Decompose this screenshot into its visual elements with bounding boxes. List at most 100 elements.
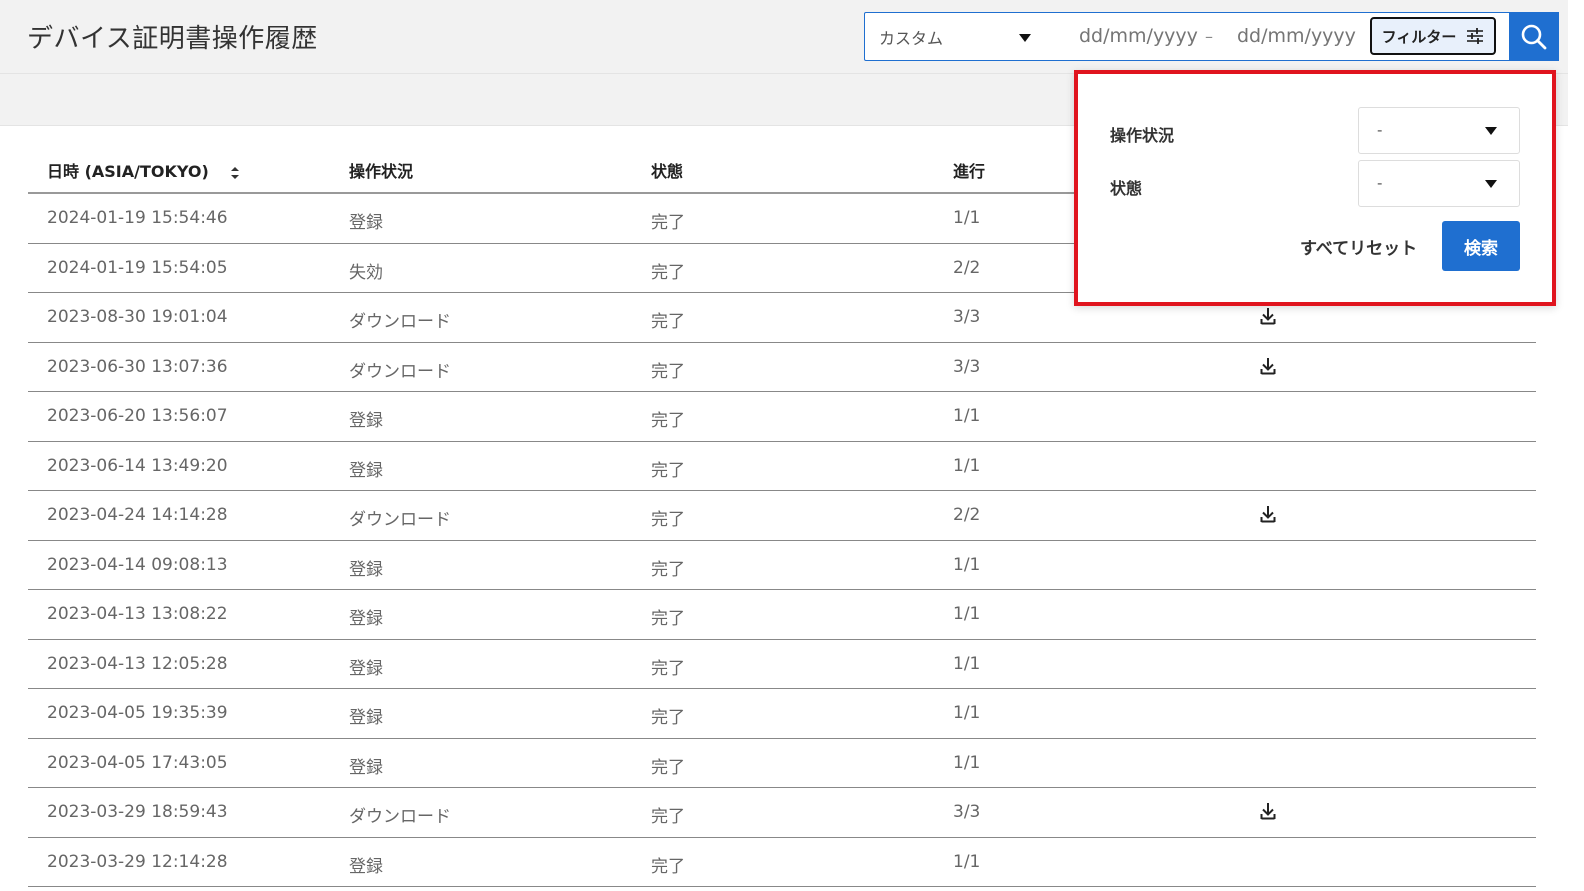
cell-datetime: 2023-08-30 19:01:04	[47, 307, 228, 327]
cell-progress: 1/1	[953, 604, 981, 624]
cell-datetime: 2023-06-20 13:56:07	[47, 406, 228, 426]
cell-status: 完了	[651, 213, 685, 233]
download-icon[interactable]	[1260, 802, 1276, 824]
cell-progress: 1/1	[953, 703, 981, 723]
reset-all-button[interactable]: すべてリセット	[1300, 234, 1417, 259]
cell-status: 完了	[651, 460, 685, 481]
cell-status: 完了	[651, 658, 685, 679]
download-icon[interactable]	[1260, 357, 1276, 379]
date-separator: –	[1205, 27, 1213, 46]
cell-progress: 2/2	[953, 257, 981, 278]
cell-datetime: 2023-04-13 12:05:28	[47, 653, 228, 674]
cell-operation: ダウンロード	[349, 510, 451, 530]
cell-operation: 登録	[349, 708, 383, 728]
column-header-operation: 操作状況	[349, 162, 414, 181]
cell-operation: 登録	[349, 856, 383, 877]
table-row[interactable]: 2023-06-30 13:07:36 ダウンロード 完了 3/3	[28, 343, 1536, 392]
search-button[interactable]	[1509, 12, 1559, 61]
search-bar: カスタム – フィルター	[864, 12, 1559, 61]
cell-operation: 失効	[349, 262, 383, 283]
table-row[interactable]: 2023-06-14 13:49:20 登録 完了 1/1	[28, 442, 1536, 491]
cell-status: 完了	[651, 757, 685, 778]
cell-progress: 3/3	[953, 356, 981, 377]
cell-status: 完了	[651, 262, 685, 283]
period-select-value: カスタム	[879, 28, 944, 48]
cell-operation: 登録	[349, 411, 383, 431]
chevron-down-icon	[1485, 127, 1497, 135]
cell-progress: 2/2	[953, 505, 981, 525]
cell-status: 完了	[651, 559, 685, 580]
table-row[interactable]: 2023-04-13 12:05:28 登録 完了 1/1	[28, 640, 1536, 689]
filter-button[interactable]: フィルター	[1370, 17, 1496, 55]
table-row[interactable]: 2023-03-29 18:59:43 ダウンロード 完了 3/3	[28, 788, 1536, 838]
cell-datetime: 2024-01-19 15:54:05	[47, 257, 228, 278]
table-row[interactable]: 2023-03-29 12:14:28 登録 完了 1/1	[28, 838, 1536, 887]
cell-datetime: 2023-04-05 17:43:05	[47, 752, 228, 773]
cell-progress: 1/1	[953, 406, 981, 426]
cell-status: 完了	[651, 312, 685, 332]
cell-operation: 登録	[349, 757, 383, 778]
operation-filter-label: 操作状況	[1110, 126, 1175, 145]
date-to-input[interactable]	[1237, 13, 1357, 60]
filter-button-label: フィルター	[1381, 27, 1457, 46]
cell-progress: 1/1	[953, 653, 981, 674]
cell-operation: ダウンロード	[349, 807, 451, 827]
download-icon[interactable]	[1260, 505, 1276, 527]
date-from-input[interactable]	[1079, 13, 1199, 60]
table-row[interactable]: 2023-04-05 19:35:39 登録 完了 1/1	[28, 689, 1536, 739]
operation-filter-value: -	[1377, 121, 1383, 139]
cell-datetime: 2023-06-30 13:07:36	[47, 356, 228, 377]
table-row[interactable]: 2023-04-24 14:14:28 ダウンロード 完了 2/2	[28, 491, 1536, 541]
cell-progress: 3/3	[953, 307, 981, 327]
cell-status: 完了	[651, 361, 685, 382]
apply-search-button[interactable]: 検索	[1442, 221, 1520, 271]
cell-progress: 1/1	[953, 208, 981, 228]
cell-datetime: 2023-04-24 14:14:28	[47, 505, 228, 525]
cell-datetime: 2023-04-14 09:08:13	[47, 554, 228, 575]
cell-progress: 1/1	[953, 554, 981, 575]
column-header-progress: 進行	[953, 162, 986, 181]
search-icon	[1521, 24, 1547, 49]
cell-operation: ダウンロード	[349, 361, 451, 382]
column-header-status: 状態	[651, 162, 684, 181]
cell-status: 完了	[651, 708, 685, 728]
cell-operation: 登録	[349, 559, 383, 580]
cell-operation: 登録	[349, 213, 383, 233]
cell-progress: 1/1	[953, 455, 981, 476]
table-row[interactable]: 2023-04-05 17:43:05 登録 完了 1/1	[28, 739, 1536, 788]
cell-status: 完了	[651, 807, 685, 827]
cell-status: 完了	[651, 856, 685, 877]
cell-progress: 3/3	[953, 802, 981, 822]
cell-datetime: 2023-03-29 18:59:43	[47, 802, 228, 822]
chevron-down-icon	[1019, 34, 1031, 42]
cell-datetime: 2023-03-29 12:14:28	[47, 851, 228, 872]
cell-datetime: 2023-04-13 13:08:22	[47, 604, 228, 624]
top-bar: デバイス証明書操作履歴 カスタム – フィルター	[0, 0, 1568, 74]
table-row[interactable]: 2023-06-20 13:56:07 登録 完了 1/1	[28, 392, 1536, 442]
status-filter-value: -	[1377, 174, 1383, 192]
cell-datetime: 2023-04-05 19:35:39	[47, 703, 228, 723]
cell-operation: 登録	[349, 460, 383, 481]
cell-status: 完了	[651, 411, 685, 431]
cell-operation: 登録	[349, 658, 383, 679]
cell-status: 完了	[651, 510, 685, 530]
table-row[interactable]: 2023-04-13 13:08:22 登録 完了 1/1	[28, 590, 1536, 640]
chevron-down-icon	[1485, 180, 1497, 188]
download-icon[interactable]	[1260, 307, 1276, 329]
column-header-datetime[interactable]: 日時 (ASIA/TOKYO)	[47, 158, 240, 182]
cell-progress: 1/1	[953, 752, 981, 773]
status-filter-label: 状態	[1110, 179, 1143, 198]
cell-datetime: 2024-01-19 15:54:46	[47, 208, 228, 228]
filter-panel: 操作状況 - 状態 - すべてリセット 検索	[1074, 70, 1556, 306]
page-title: デバイス証明書操作履歴	[27, 24, 318, 54]
cell-datetime: 2023-06-14 13:49:20	[47, 455, 228, 476]
operation-filter-select[interactable]: -	[1358, 107, 1520, 154]
sort-icon[interactable]	[230, 166, 240, 180]
status-filter-select[interactable]: -	[1358, 160, 1520, 207]
cell-status: 完了	[651, 609, 685, 629]
cell-progress: 1/1	[953, 851, 981, 872]
cell-operation: ダウンロード	[349, 312, 451, 332]
period-select[interactable]: カスタム	[879, 13, 1039, 60]
sliders-icon	[1467, 28, 1484, 44]
table-row[interactable]: 2023-04-14 09:08:13 登録 完了 1/1	[28, 541, 1536, 590]
